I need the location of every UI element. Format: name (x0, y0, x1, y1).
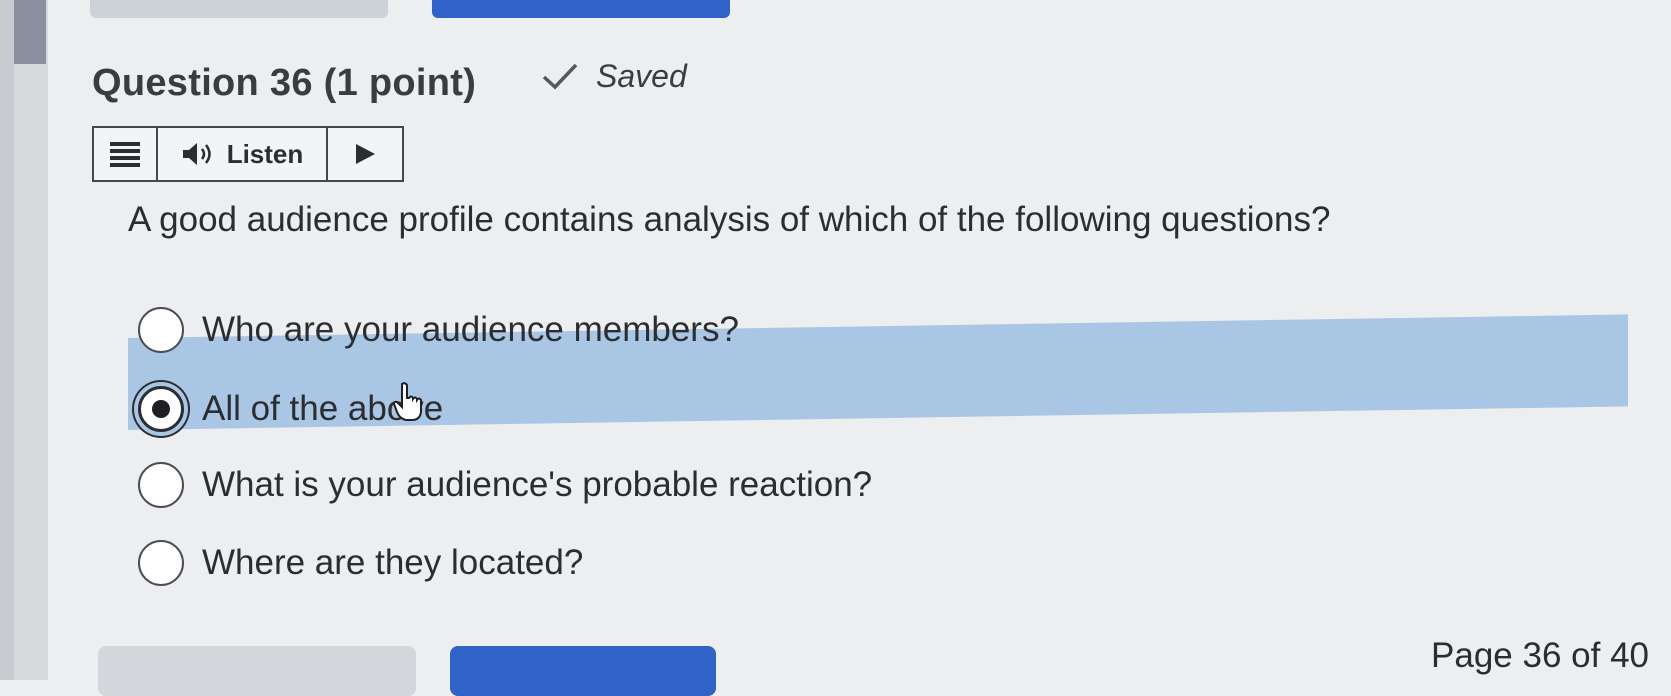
play-icon (356, 144, 375, 164)
option-label: What is your audience's probable reactio… (202, 465, 873, 504)
left-sidebar-edge (0, 0, 48, 680)
option-label: Who are your audience members? (202, 310, 739, 349)
hand-cursor-icon (392, 382, 422, 421)
menu-icon (110, 142, 140, 167)
speaker-icon (182, 143, 211, 165)
next-page-button[interactable] (450, 646, 716, 696)
top-secondary-button[interactable] (90, 0, 388, 18)
option-who-are-your-audience-members[interactable]: Who are your audience members? (138, 307, 739, 353)
listen-button[interactable]: Listen (158, 128, 328, 180)
question-text: A good audience profile contains analysi… (128, 200, 1331, 239)
listen-menu-button[interactable] (94, 128, 158, 180)
question-title: Question 36 (1 point) (92, 62, 477, 104)
radio-button-selected[interactable] (138, 386, 184, 432)
option-label: Where are they located? (202, 543, 584, 582)
saved-status: Saved (540, 58, 687, 95)
previous-page-button[interactable] (98, 646, 416, 696)
radio-button[interactable] (138, 540, 184, 586)
option-probable-reaction[interactable]: What is your audience's probable reactio… (138, 462, 872, 508)
radio-button[interactable] (138, 462, 184, 508)
checkmark-icon (542, 63, 578, 89)
listen-toolbar: Listen (92, 126, 404, 182)
listen-play-button[interactable] (328, 128, 402, 180)
listen-label: Listen (226, 138, 304, 169)
radio-button[interactable] (138, 307, 184, 353)
page-counter: Page 36 of 40 (1431, 636, 1649, 675)
top-primary-button[interactable] (432, 0, 730, 18)
option-where-are-they-located[interactable]: Where are they located? (138, 540, 583, 586)
saved-label: Saved (596, 58, 687, 94)
